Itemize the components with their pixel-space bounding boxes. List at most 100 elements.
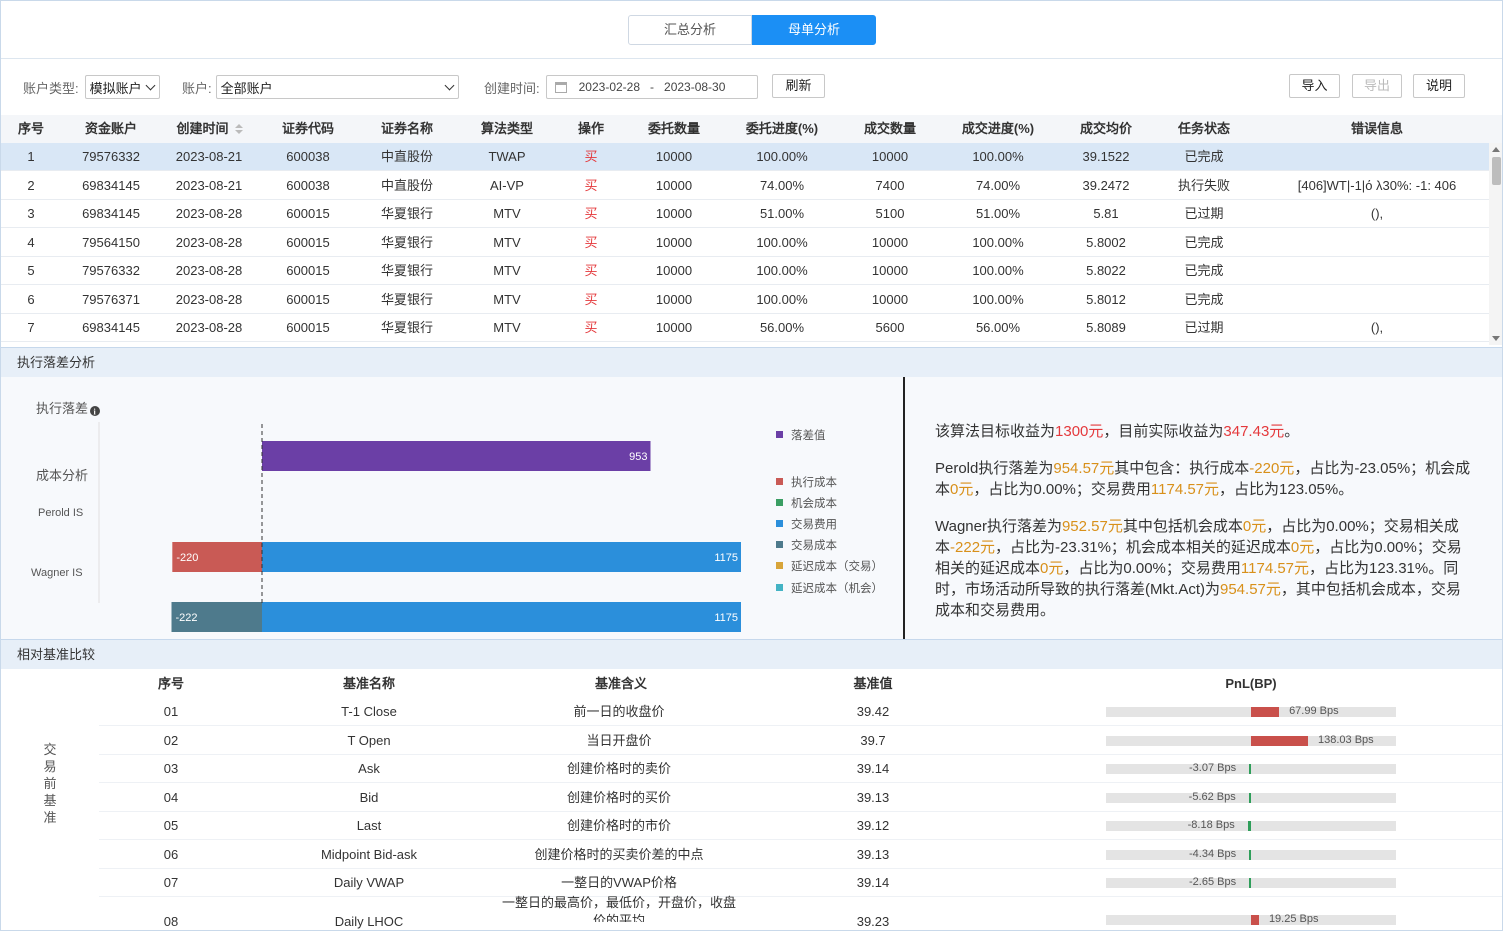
cell-order-progress: 56.00% — [759, 320, 805, 335]
cell-benchmark-value: 39.42 — [856, 704, 890, 719]
legend-item[interactable]: 交易成本 — [776, 538, 837, 552]
date-range-picker[interactable]: 2023-02-28 - 2023-08-30 — [545, 75, 758, 99]
account-type-select[interactable]: 模拟账户 — [84, 75, 160, 99]
benchmark-row[interactable]: 04 Bid 创建价格时的买价 39.13 -5.62 Bps — [99, 784, 1502, 812]
cell-algo: MTV — [493, 234, 521, 250]
scroll-up-icon[interactable] — [1492, 147, 1500, 152]
table-row[interactable]: 5 79576332 2023-08-28 600015 华夏银行 MTV 买 10000 10… — [1, 257, 1489, 285]
table-row[interactable]: 2 69834145 2023-08-21 600038 中直股份 AI-VP 买 10000… — [1, 172, 1489, 200]
highlight-value: 1174.57元 — [1240, 560, 1310, 577]
table-row[interactable]: 3 69834145 2023-08-28 600015 华夏银行 MTV 买 10000 51… — [1, 200, 1489, 228]
cell-account: 69834145 — [82, 320, 140, 335]
legend-item[interactable]: 交易费用 — [776, 517, 837, 531]
cell-name: 中直股份 — [380, 149, 433, 164]
highlight-value: 954.57元 — [1220, 581, 1281, 598]
import-button[interactable]: 导入 — [1289, 74, 1340, 98]
cell-name: 华夏银行 — [380, 320, 433, 335]
legend-swatch — [776, 562, 783, 569]
tab-summary-analysis[interactable]: 汇总分析 — [628, 15, 752, 45]
account-label: 账户: — [182, 80, 212, 96]
cell-name: 中直股份 — [380, 177, 433, 193]
chevron-down-icon — [444, 80, 455, 90]
benchmark-row[interactable]: 02 T Open 当日开盘价 39.7 138.03 Bps — [99, 727, 1502, 755]
benchmark-row[interactable]: 01 T-1 Close 前一日的收盘价 39.42 67.99 Bps — [99, 698, 1502, 726]
cell-fill-progress: 100.00% — [972, 234, 1024, 250]
cell-created-time: 2023-08-28 — [175, 291, 243, 307]
pnl-track: -5.62 Bps — [1106, 791, 1396, 803]
legend-item[interactable]: 延迟成本（交易） — [776, 559, 883, 573]
cell-status: 已完成 — [1184, 234, 1224, 250]
highlight-value: 1174.57元 — [1150, 481, 1220, 498]
account-value: 全部账户 — [220, 80, 273, 96]
cell-account: 79576371 — [82, 291, 140, 307]
pnl-track: -3.07 Bps — [1106, 762, 1396, 774]
cell-filled-qty: 5100 — [875, 206, 905, 221]
cell-no: 02 — [163, 732, 179, 748]
table-row[interactable]: 6 79576371 2023-08-28 600015 华夏银行 MTV 买 10000 10… — [1, 286, 1489, 314]
legend-item[interactable]: 落差值 — [776, 428, 826, 442]
cell-status: 已完成 — [1184, 149, 1224, 164]
cell-status: 已完成 — [1184, 263, 1224, 278]
group-label-char: 准 — [43, 810, 57, 825]
cell-order-progress: 51.00% — [759, 206, 805, 221]
legend-label: 延迟成本（交易） — [791, 559, 883, 573]
tab-parent-order-analysis[interactable]: 母单分析 — [752, 15, 876, 45]
col-created-time[interactable]: 创建时间 — [161, 115, 257, 143]
benchmark-row[interactable]: 06 Midpoint Bid-ask 创建价格时的买卖价差的中点 39.13 -4.3… — [99, 841, 1502, 869]
cell-avg-price: 5.8022 — [1086, 263, 1126, 278]
export-button[interactable]: 导出 — [1352, 74, 1402, 98]
col-algo: 算法类型 — [480, 121, 533, 136]
cell-no: 05 — [163, 818, 179, 833]
cell-avg-price: 39.2472 — [1082, 177, 1130, 193]
legend-item[interactable]: 执行成本 — [776, 475, 837, 489]
cell-order-progress: 100.00% — [756, 234, 808, 250]
summary-text: ，占比为-23.31%；机会成本相关的延迟成本 — [995, 539, 1291, 556]
date-start: 2023-02-28 — [578, 80, 641, 94]
benchmark-row[interactable]: 05 Last 创建价格时的市价 39.12 -8.18 Bps — [99, 812, 1502, 840]
col-no: 序号 — [157, 676, 184, 691]
benchmark-row[interactable]: 07 Daily VWAP 一整日的VWAP价格 39.14 -2.65 Bps — [99, 869, 1502, 897]
orders-scrollbar[interactable] — [1489, 143, 1502, 345]
slippage-chart-panel: 执行落差 成本分析 Perold IS Wagner IS i 953 1175 -220 11… — [1, 377, 903, 639]
cell-action: 买 — [584, 291, 598, 307]
benchmark-row[interactable]: 03 Ask 创建价格时的卖价 39.14 -3.07 Bps — [99, 755, 1502, 783]
cell-algo: MTV — [493, 206, 521, 221]
pnl-bar — [1249, 849, 1251, 860]
cell-benchmark-value: 39.14 — [856, 761, 890, 776]
cell-benchmark-meaning: 一整日的最高价，最低价，开盘价，收盘价的平均 — [501, 894, 736, 922]
cell-benchmark-name: Daily LHOC — [334, 913, 404, 929]
date-separator: - — [650, 80, 655, 94]
cell-no: 04 — [163, 789, 179, 805]
scroll-thumb[interactable] — [1492, 157, 1501, 185]
account-select[interactable]: 全部账户 — [215, 75, 459, 99]
scroll-down-icon[interactable] — [1492, 336, 1500, 341]
info-icon[interactable]: i — [90, 406, 100, 417]
legend-item[interactable]: 延迟成本（机会） — [776, 581, 883, 595]
summary-text: 。 — [1284, 423, 1300, 440]
cell-no: 03 — [163, 761, 179, 776]
created-time-label: 创建时间: — [484, 80, 540, 96]
cell-benchmark-value: 39.14 — [856, 875, 890, 890]
cell-order-qty: 10000 — [655, 177, 693, 193]
col-pnl: PnL(BP) — [1225, 676, 1277, 691]
col-status: 任务状态 — [1177, 121, 1230, 136]
summary-text: ，占比为0.00%；交易费用 — [1063, 560, 1241, 577]
table-row[interactable]: 4 79564150 2023-08-28 600015 华夏银行 MTV 买 10000 10… — [1, 229, 1489, 257]
table-row[interactable]: 7 69834145 2023-08-28 600015 华夏银行 MTV 买 10000 56… — [1, 314, 1489, 342]
cell-algo: TWAP — [488, 149, 526, 164]
help-button[interactable]: 说明 — [1413, 74, 1465, 98]
pnl-label: 19.25 Bps — [1268, 912, 1319, 925]
group-label-char: 易 — [43, 759, 57, 774]
pnl-label: 67.99 Bps — [1289, 705, 1339, 717]
refresh-button[interactable]: 刷新 — [772, 74, 825, 98]
benchmark-row[interactable]: 08 Daily LHOC 一整日的最高价，最低价，开盘价，收盘价的平均 39.23 1… — [99, 895, 1502, 931]
cell-no: 07 — [163, 875, 179, 890]
cell-avg-price: 39.1522 — [1082, 149, 1130, 164]
col-fill-progress: 成交进度(%) — [961, 121, 1035, 136]
legend-item[interactable]: 机会成本 — [776, 496, 837, 510]
table-row[interactable]: 1 79576332 2023-08-21 600038 中直股份 TWAP 买 10000 1… — [1, 143, 1489, 171]
category-label: Perold IS — [38, 507, 83, 519]
cell-order-qty: 10000 — [655, 149, 693, 164]
sort-icon[interactable] — [234, 124, 243, 135]
pnl-bar — [1249, 878, 1251, 888]
